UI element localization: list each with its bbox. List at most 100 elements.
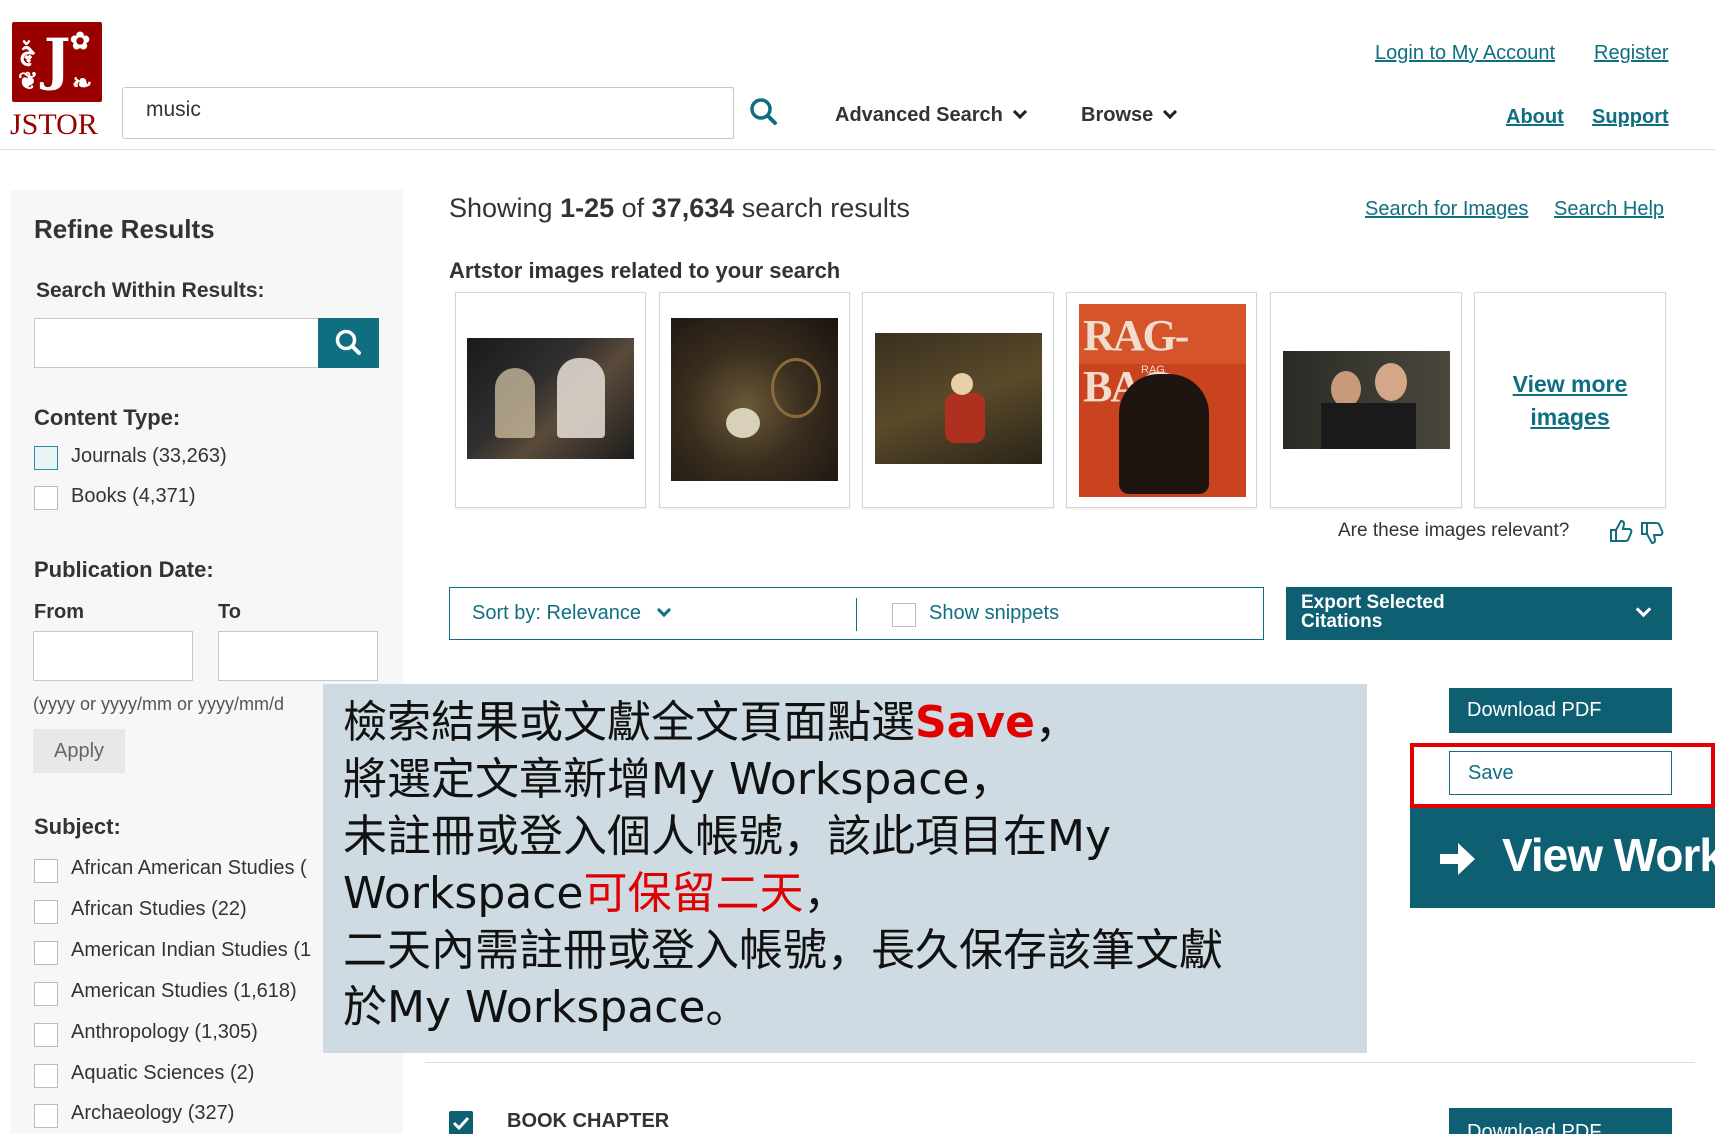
result-select-checkbox[interactable] [449,1111,473,1134]
callout-line6: 於My Workspace。 [343,982,750,1033]
export-citations-button[interactable]: Export Selected Citations [1286,587,1672,640]
results-total: 37,634 [651,193,735,223]
to-label: To [218,601,241,623]
callout-retention-highlight: 可保留二天 [583,868,804,919]
export-line1: Export Selected [1301,592,1445,613]
results-suffix: search results [734,193,910,223]
publication-date-heading: Publication Date: [34,557,214,582]
instruction-callout: 檢索結果或文獻全文頁面點選Save， 將選定文章新增My Workspace， … [323,684,1367,1053]
download-pdf-button-2[interactable]: Download PDF [1449,1108,1672,1134]
thumb-image [875,333,1042,464]
callout-line1-text: 檢索結果或文獻全文頁面點選 [343,697,915,748]
jstor-logo[interactable]: ࣁ J ✿ ❦ ❧ JSTOR [10,22,102,141]
sort-label: Sort by: Relevance [472,602,641,624]
subject-checkbox[interactable] [34,859,58,883]
from-label: From [34,601,84,623]
search-button[interactable] [735,87,795,139]
main-search-box[interactable] [122,87,734,139]
search-for-images-link[interactable]: Search for Images [1365,198,1528,221]
subject-checkbox[interactable] [34,900,58,924]
view-workspace-label: View Work [1502,829,1715,881]
subject-checkbox[interactable] [34,941,58,965]
subject-label: African American Studies ( [71,857,307,879]
journals-checkbox[interactable] [34,446,58,470]
browse-menu[interactable]: Browse [1081,104,1178,127]
sort-divider [856,598,857,631]
subject-label: African Studies (22) [71,898,247,920]
artstor-heading: Artstor images related to your search [449,258,841,283]
export-line2: Citations [1301,611,1383,632]
search-icon [750,98,777,125]
thumb-image [671,318,838,481]
subject-heading: Subject: [34,814,121,839]
search-icon [335,329,361,355]
results-of: of [614,193,652,223]
view-more-line2: images [1530,404,1610,430]
date-to-input[interactable] [218,631,378,681]
subject-checkbox[interactable] [34,1064,58,1088]
about-link[interactable]: About [1506,106,1564,129]
subject-checkbox[interactable] [34,1104,58,1128]
subject-label: American Indian Studies (1 [71,939,312,961]
subject-label: Aquatic Sciences (2) [71,1062,255,1084]
view-more-line1: View more [1512,371,1628,397]
refine-results-heading: Refine Results [34,214,215,244]
subject-label: American Studies (1,618) [71,980,297,1002]
callout-line4: Workspace可保留二天， [343,865,1347,922]
view-more-images[interactable]: View more images [1474,292,1666,508]
support-link[interactable]: Support [1592,106,1669,129]
thumbs-up-icon[interactable] [1608,518,1634,544]
sort-toolbar: Sort by: Relevance Show snippets [449,587,1264,640]
advanced-search-menu[interactable]: Advanced Search [835,104,1027,127]
books-checkbox[interactable] [34,486,58,510]
date-format-hint: (yyyy or yyyy/mm or yyyy/mm/d [33,694,284,714]
search-divider [733,87,734,139]
thumb-image [1283,351,1450,449]
search-within-input[interactable] [34,318,319,368]
save-button[interactable]: Save [1449,751,1672,795]
artstor-thumb-4[interactable]: RAG-BAG RAG [1066,292,1257,508]
callout-line4-text: Workspace [343,868,584,919]
images-relevant-question: Are these images relevant? [1338,520,1570,541]
artstor-thumb-2[interactable] [659,292,850,508]
thumb-image [467,338,634,459]
main-search-input[interactable]: music [146,98,201,122]
chevron-down-icon [1012,104,1027,120]
journals-label: Journals (33,263) [71,445,227,467]
sort-dropdown[interactable]: Sort by: Relevance [472,602,672,625]
browse-label: Browse [1081,104,1154,126]
thumbs-down-icon[interactable] [1639,520,1665,546]
search-help-link[interactable]: Search Help [1554,198,1664,221]
register-link[interactable]: Register [1594,42,1668,65]
show-snippets-checkbox[interactable] [892,603,916,627]
subject-checkbox[interactable] [34,1023,58,1047]
callout-line4-end: ， [803,868,848,919]
search-within-button[interactable] [318,318,379,368]
content-type-heading: Content Type: [34,405,181,430]
callout-line1: 檢索結果或文獻全文頁面點選Save， [343,694,1347,751]
chevron-down-icon [656,602,672,618]
callout-line1-end: ， [1034,697,1079,748]
advanced-search-label: Advanced Search [835,104,1003,126]
artstor-thumb-5[interactable] [1270,292,1462,508]
artstor-thumb-1[interactable] [455,292,646,508]
books-label: Books (4,371) [71,485,196,507]
date-from-input[interactable] [33,631,193,681]
thumb-image: RAG-BAG RAG [1079,304,1246,497]
login-link[interactable]: Login to My Account [1375,42,1555,65]
artstor-thumb-3[interactable] [862,292,1054,508]
arrow-right-icon [1440,843,1475,875]
callout-line5: 二天內需註冊或登入帳號，長久保存該筆文獻 [343,925,1223,976]
chevron-down-icon [1163,104,1178,120]
showing-prefix: Showing [449,193,561,223]
site-header: ࣁ J ✿ ❦ ❧ JSTOR music Advanced Search Br… [0,0,1715,150]
view-workspace-button[interactable]: View Work [1410,808,1715,908]
results-summary: Showing 1-25 of 37,634 search results [449,193,910,224]
subject-checkbox[interactable] [34,982,58,1006]
subject-label: Anthropology (1,305) [71,1021,258,1043]
apply-button[interactable]: Apply [33,729,125,773]
download-pdf-button[interactable]: Download PDF [1449,688,1672,733]
results-range: 1-25 [560,193,615,223]
jstor-wordmark: JSTOR [10,108,98,141]
jstor-emblem-icon: ࣁ J ✿ ❦ ❧ [12,22,102,102]
